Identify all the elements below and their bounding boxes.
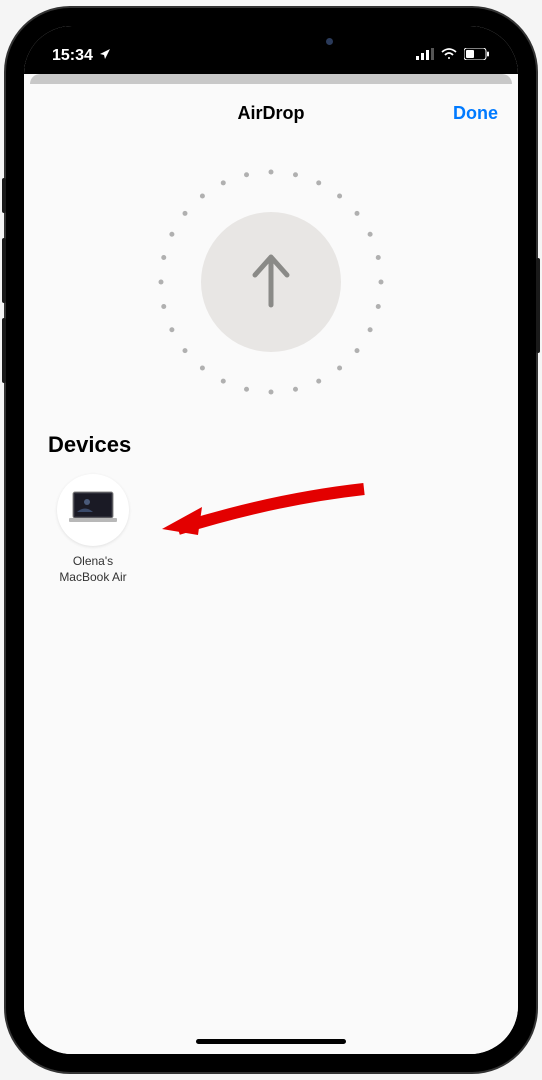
arrow-up-icon: [247, 251, 295, 314]
device-label: Olena's MacBook Air: [59, 554, 126, 585]
sheet-behind-edge: [30, 74, 512, 84]
devices-section-label: Devices: [24, 422, 518, 474]
screen: 15:34: [24, 26, 518, 1054]
silent-switch: [2, 178, 6, 213]
notch: [171, 26, 371, 56]
power-button: [536, 258, 540, 353]
sheet-title: AirDrop: [238, 103, 305, 124]
location-icon: [99, 47, 111, 65]
macbook-icon: [67, 490, 119, 531]
battery-icon: [464, 47, 490, 65]
status-time: 15:34: [52, 47, 93, 65]
sheet-header: AirDrop Done: [24, 84, 518, 142]
device-item-macbook[interactable]: Olena's MacBook Air: [48, 474, 138, 585]
device-row: Olena's MacBook Air: [24, 474, 518, 585]
phone-frame: 15:34: [6, 8, 536, 1072]
airdrop-upload-circle: [201, 212, 341, 352]
airdrop-sheet: AirDrop Done Devices: [24, 84, 518, 1054]
wifi-icon: [440, 47, 458, 65]
status-left: 15:34: [52, 47, 111, 65]
cellular-icon: [416, 47, 434, 65]
content-area: AirDrop Done Devices: [24, 74, 518, 1054]
dotted-ring: [156, 167, 386, 397]
annotation-arrow-icon: [154, 479, 374, 559]
status-right: [416, 47, 490, 65]
home-indicator[interactable]: [196, 1039, 346, 1044]
done-button[interactable]: Done: [453, 103, 498, 124]
airdrop-radar-area: [24, 142, 518, 422]
device-icon-wrap: [57, 474, 129, 546]
volume-up-button: [2, 238, 6, 303]
volume-down-button: [2, 318, 6, 383]
